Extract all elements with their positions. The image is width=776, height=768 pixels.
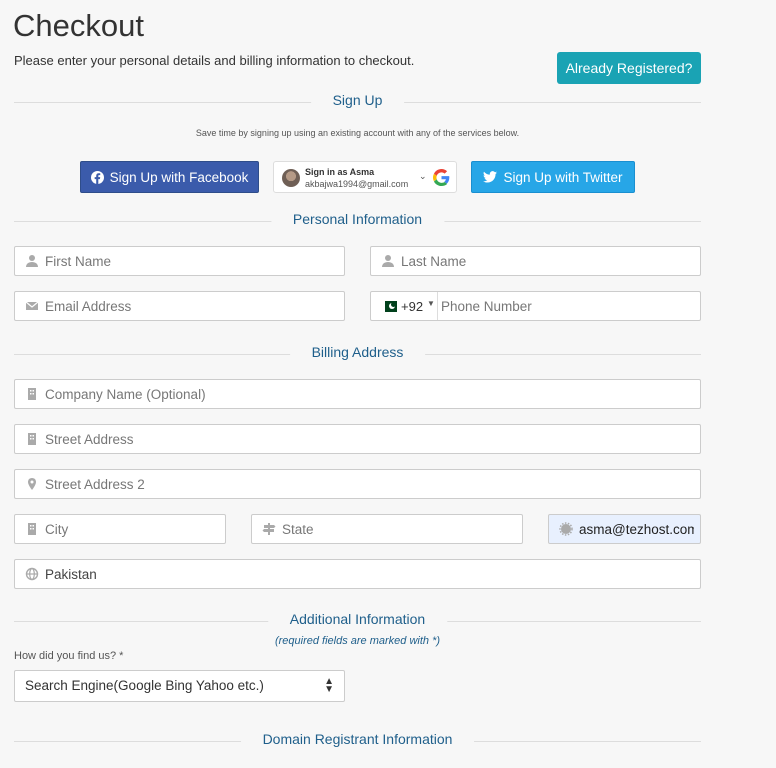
section-divider-billing: Billing Address [14,344,701,364]
country-input[interactable] [45,560,694,588]
facebook-button-label: Sign Up with Facebook [109,169,249,185]
find-us-label: How did you find us? * [14,650,124,662]
pakistan-flag-icon [381,301,397,312]
sort-arrows-icon: ▲ ▼ [324,676,334,695]
google-icon [433,169,450,186]
section-divider-additional: Additional Information [14,611,701,631]
last-name-field [370,246,701,276]
state-field [251,514,523,544]
section-heading-personal: Personal Information [270,211,445,227]
company-field [14,379,701,409]
facebook-icon [90,170,104,184]
required-fields-note: (required fields are marked with *) [274,635,441,647]
find-us-selected-value: Search Engine(Google Bing Yahoo etc.) [25,678,264,693]
signup-facebook-button[interactable]: Sign Up with Facebook [80,161,259,193]
twitter-icon [483,171,498,183]
street-address-field [14,424,701,454]
phone-input[interactable] [441,292,694,320]
twitter-button-label: Sign Up with Twitter [503,169,623,185]
google-account-name: Sign in as Asma [305,167,375,177]
last-name-input[interactable] [401,247,694,275]
section-heading-billing: Billing Address [289,344,426,360]
city-field [14,514,226,544]
phone-country-code: +92 [401,299,424,314]
section-divider-domain: Domain Registrant Information [14,731,701,751]
building-icon [28,433,36,445]
envelope-icon [25,301,39,310]
postcode-field [548,514,701,544]
street-address-2-field [14,469,701,499]
user-icon [26,255,38,267]
section-heading-domain: Domain Registrant Information [240,731,475,747]
street-address-2-input[interactable] [45,470,694,498]
caret-down-icon: ▼ [427,299,435,308]
phone-field: +92 ▼ [370,291,701,321]
street-address-input[interactable] [45,425,694,453]
section-divider-signup: Sign Up [14,92,701,112]
country-field [14,559,701,589]
signup-hint: Save time by signing up using an existin… [195,128,520,138]
certificate-icon [559,522,573,536]
company-input[interactable] [45,380,694,408]
building-icon [28,523,36,535]
section-heading-signup: Sign Up [310,92,405,108]
page-title: Checkout [13,8,144,43]
user-icon [382,255,394,267]
find-us-select[interactable]: Search Engine(Google Bing Yahoo etc.) ▲ ▼ [14,670,345,702]
page-subtitle: Please enter your personal details and b… [14,53,415,68]
state-input[interactable] [282,515,516,543]
signup-twitter-button[interactable]: Sign Up with Twitter [471,161,635,193]
already-registered-button[interactable]: Already Registered? [557,52,701,84]
postcode-input[interactable] [579,515,694,543]
map-marker-icon [28,478,36,490]
section-divider-personal: Personal Information [14,211,701,231]
email-field [14,291,345,321]
chevron-down-icon: ⌄ [419,171,427,181]
city-input[interactable] [45,515,219,543]
first-name-field [14,246,345,276]
google-account-email: akbajwa1994@gmail.com [305,179,409,189]
globe-icon [25,567,39,581]
building-icon [28,388,36,400]
first-name-input[interactable] [45,247,338,275]
phone-country-select[interactable]: +92 ▼ [371,292,438,320]
avatar [282,169,300,187]
signpost-icon [262,523,276,535]
section-heading-additional: Additional Information [267,611,448,627]
email-input[interactable] [45,292,338,320]
google-signin-button[interactable]: Sign in as Asma akbajwa1994@gmail.com ⌄ [273,161,457,193]
